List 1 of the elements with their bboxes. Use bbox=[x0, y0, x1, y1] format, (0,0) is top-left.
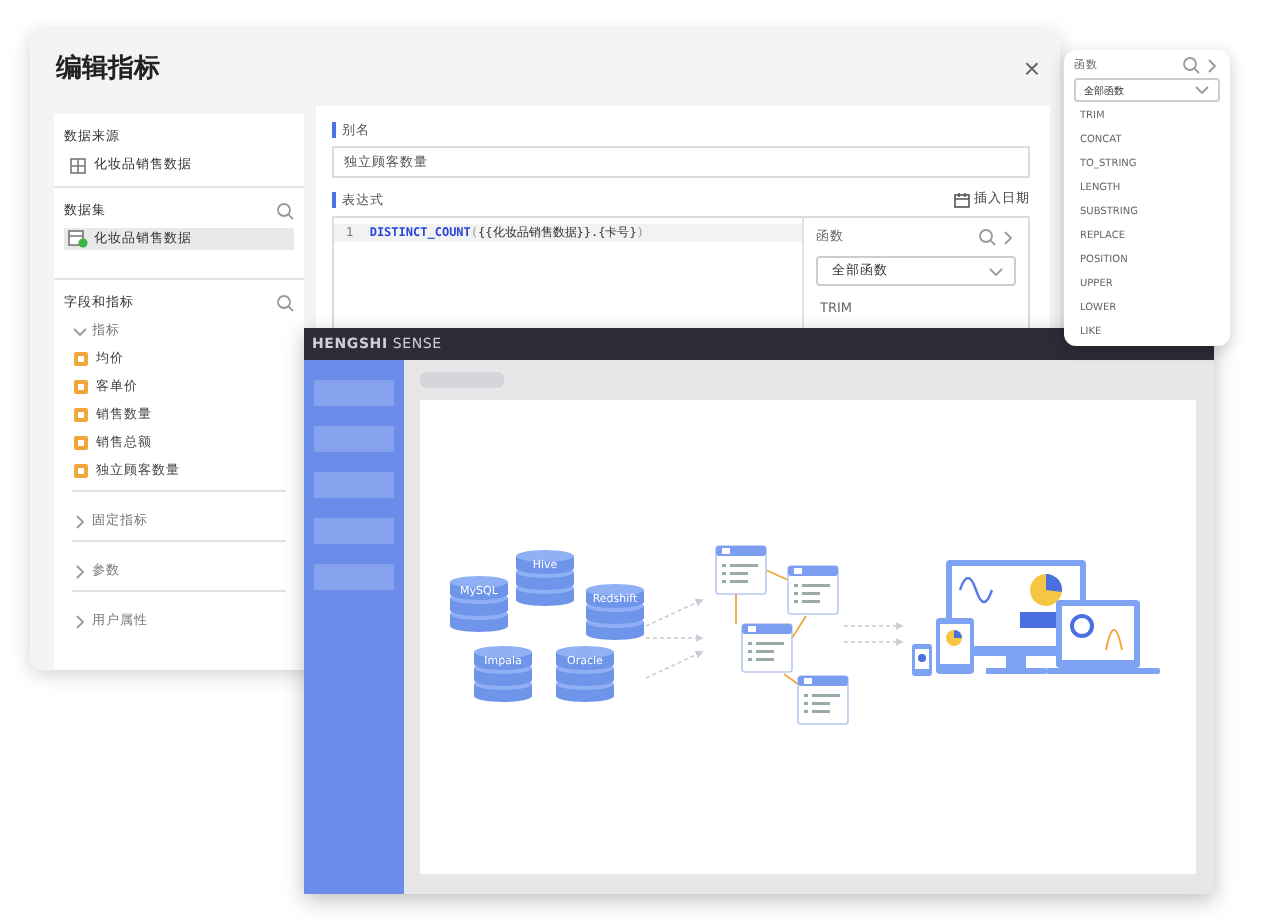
window-title: 编辑指标 bbox=[56, 51, 160, 86]
